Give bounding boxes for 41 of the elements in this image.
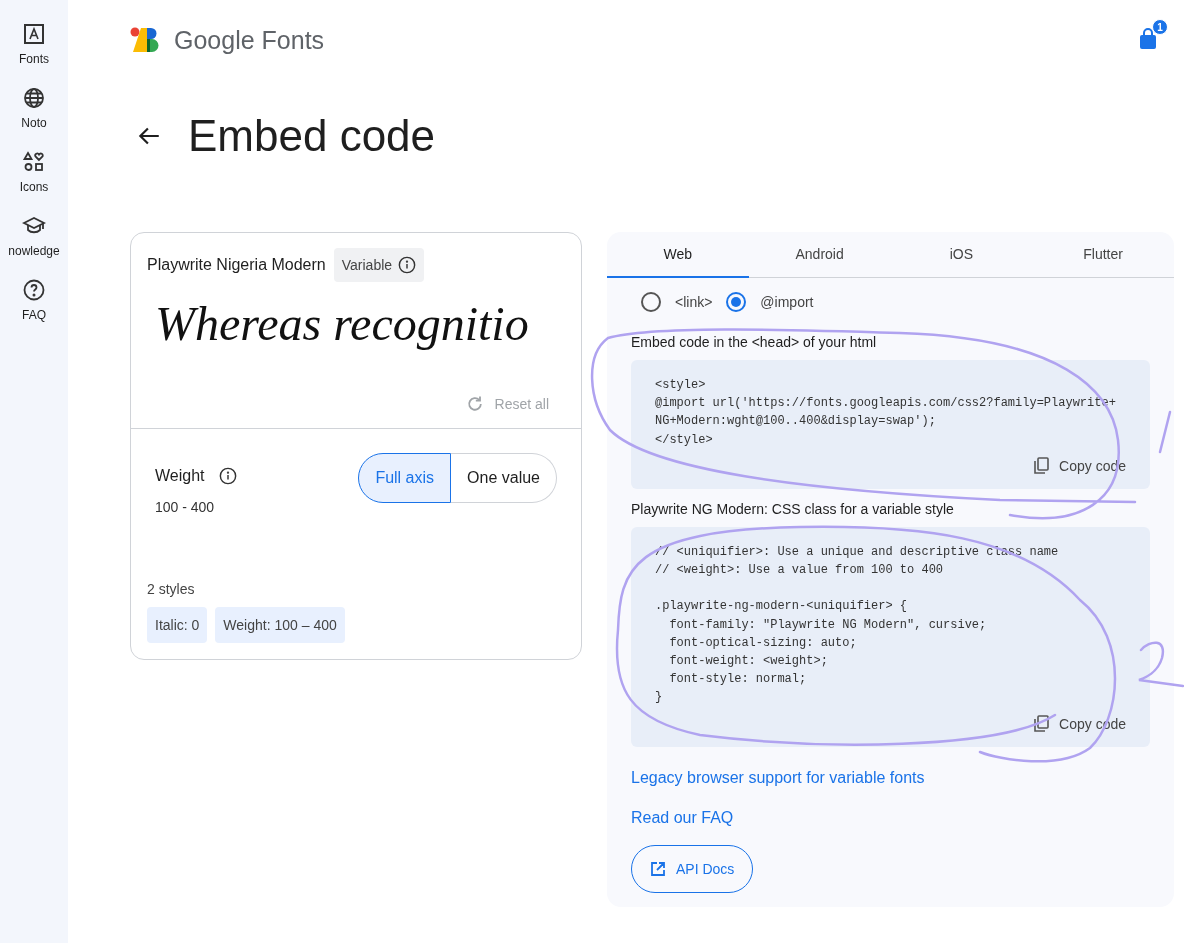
style-chip: Weight: 100 – 400 [215, 607, 345, 643]
platform-tab[interactable]: Flutter [1032, 232, 1174, 278]
help-link[interactable]: Read our FAQ [631, 808, 1150, 827]
section-heading: Playwrite NG Modern: CSS class for a variable style [631, 500, 955, 517]
globe-icon [22, 86, 46, 110]
logo-text[interactable]: Google Fonts [174, 25, 325, 55]
help-link[interactable]: Legacy browser support for variable fonts [631, 768, 1150, 787]
help-icon [22, 278, 46, 302]
radio-button[interactable] [641, 292, 661, 312]
style-chip: Italic: 0 [147, 607, 208, 643]
sidebar-item[interactable]: nowledge [0, 214, 68, 274]
page-title: Embed code [188, 111, 436, 161]
axis-mode-button[interactable]: One value [451, 453, 557, 503]
section-heading: Embed code in the <head> of your html [631, 334, 878, 350]
platform-tab[interactable]: iOS [890, 232, 1033, 278]
platform-tab[interactable]: Web [607, 232, 749, 278]
external-link-icon [650, 860, 666, 877]
axis-range: 100 - 400 [155, 499, 216, 515]
font-icon [22, 22, 46, 46]
shapes-icon [22, 150, 46, 174]
platform-tab[interactable]: Android [748, 232, 891, 278]
font-sample: Whereas recognitio [155, 296, 530, 352]
sidebar-item[interactable]: Icons [0, 150, 68, 210]
font-name: Playwrite Nigeria Modern [147, 256, 326, 274]
copy-icon [1033, 456, 1050, 475]
axis-label: Weight [155, 467, 205, 485]
info-icon[interactable] [218, 467, 237, 485]
sidebar-item[interactable]: Noto [0, 86, 68, 146]
code-text: <style> @import url('https://fonts.googleapis.com/css2?family=Playwrite+ NG+Modern:wght@100..400&display=swap'); </style> [655, 377, 1117, 449]
radio-button[interactable] [726, 292, 747, 312]
styles-count: 2 styles [147, 581, 196, 597]
variable-tag[interactable]: Variable [333, 248, 425, 282]
cart-count-badge: 1 [1152, 19, 1168, 35]
axis-mode-button[interactable]: Full axis [358, 453, 452, 503]
radio-label[interactable]: @import [760, 294, 814, 310]
sidebar-item[interactable]: FAQ [0, 278, 68, 338]
copy-icon [1033, 714, 1050, 733]
info-icon[interactable] [398, 256, 417, 274]
copy-code-button[interactable]: Copy code [1033, 456, 1126, 475]
sidebar-item[interactable]: Fonts [0, 22, 68, 82]
radio-label[interactable]: <link> [675, 294, 713, 310]
